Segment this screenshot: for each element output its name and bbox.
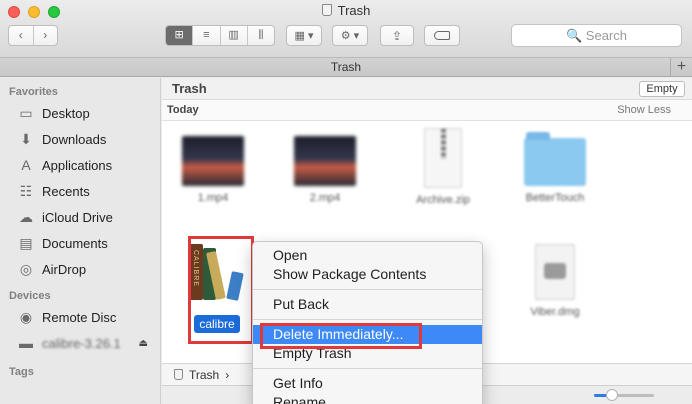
share-button[interactable]: ⇪ xyxy=(380,25,414,46)
sidebar-item-label: Downloads xyxy=(42,131,107,147)
cloud-icon: ☁ xyxy=(19,208,33,225)
recents-icon: ☷ xyxy=(19,182,33,199)
sidebar-item-icloud-drive[interactable]: ☁ iCloud Drive xyxy=(0,204,160,230)
menu-item-rename[interactable]: Rename xyxy=(253,393,482,404)
sidebar-item-remote-disc[interactable]: ◉ Remote Disc xyxy=(0,304,160,330)
sidebar-item-downloads[interactable]: ⬇ Downloads xyxy=(0,126,160,152)
sidebar-item-desktop[interactable]: ▭ Desktop xyxy=(0,100,160,126)
navigation-group: ‹ › xyxy=(8,25,58,46)
file-item-1-mp4[interactable]: 1.mp4 xyxy=(163,136,263,204)
list-view-button[interactable]: ≡ xyxy=(192,26,219,45)
location-title: Trash xyxy=(172,81,207,96)
menu-item-put-back[interactable]: Put Back xyxy=(253,295,482,314)
file-item-viber-dmg[interactable]: Viber.dmg xyxy=(505,244,605,318)
selected-file-name[interactable]: calibre xyxy=(194,315,240,333)
downloads-icon: ⬇ xyxy=(20,130,32,147)
file-item-2-mp4[interactable]: 2.mp4 xyxy=(275,136,375,204)
location-header: Trash Empty xyxy=(162,78,692,100)
tag-button[interactable] xyxy=(424,25,460,46)
show-less-link[interactable]: Show Less xyxy=(617,104,671,116)
folder-icon xyxy=(524,132,586,186)
file-name: Archive.zip xyxy=(416,194,470,206)
sidebar: Favorites ▭ Desktop ⬇ Downloads A Applic… xyxy=(0,78,161,404)
sidebar-item-label: Desktop xyxy=(42,105,90,121)
file-name: 2.mp4 xyxy=(309,192,341,204)
icon-size-slider[interactable] xyxy=(594,389,654,401)
sidebar-item-documents[interactable]: ▤ Documents xyxy=(0,230,160,256)
sidebar-item-airdrop[interactable]: ◎ AirDrop xyxy=(0,256,160,282)
sidebar-item-calibre-volume[interactable]: ▬ calibre-3.26.1 ⏏ xyxy=(0,330,160,356)
drive-icon: ▬ xyxy=(19,335,33,351)
airdrop-icon: ◎ xyxy=(19,260,33,277)
window-toolbar: Trash ‹ › ⊞ ≡ ▥ ⫼ ▦ ▾ ⚙ ▾ ⇪ 🔍 Search xyxy=(0,0,692,58)
column-view-button[interactable]: ▥ xyxy=(219,26,247,45)
sidebar-item-label: Recents xyxy=(42,183,90,199)
file-name: 1.mp4 xyxy=(197,192,229,204)
tag-icon xyxy=(434,31,450,40)
video-thumbnail-icon xyxy=(294,136,356,186)
menu-item-get-info[interactable]: Get Info xyxy=(253,374,482,393)
tab-trash[interactable]: Trash xyxy=(331,60,361,74)
path-separator: › xyxy=(225,367,230,382)
sidebar-item-label: iCloud Drive xyxy=(42,209,113,225)
desktop-icon: ▭ xyxy=(19,104,33,121)
sidebar-item-label: Documents xyxy=(42,235,108,251)
sidebar-item-label: Remote Disc xyxy=(42,309,117,325)
forward-button[interactable]: › xyxy=(32,26,58,45)
zip-archive-icon xyxy=(424,128,462,188)
menu-item-open[interactable]: Open xyxy=(253,246,482,265)
path-bar-item[interactable]: Trash xyxy=(189,368,219,382)
sidebar-item-label: Applications xyxy=(42,157,113,173)
sidebar-item-label: calibre-3.26.1 xyxy=(42,335,121,351)
slider-knob[interactable] xyxy=(606,389,618,401)
window-title-text: Trash xyxy=(337,3,371,18)
file-item-bettertouch[interactable]: BetterTouch xyxy=(505,132,605,204)
documents-icon: ▤ xyxy=(19,234,33,251)
video-thumbnail-icon xyxy=(182,136,244,186)
annotation-highlight-box xyxy=(260,323,422,349)
window-title: Trash xyxy=(0,3,692,18)
eject-icon[interactable]: ⏏ xyxy=(139,338,148,349)
cover-flow-view-button[interactable]: ⫼ xyxy=(246,26,274,45)
sidebar-section-favorites: Favorites xyxy=(9,86,58,98)
group-title: Today xyxy=(167,104,199,116)
menu-separator xyxy=(253,319,482,320)
sidebar-item-label: AirDrop xyxy=(42,261,87,277)
file-name: BetterTouch xyxy=(525,192,585,204)
applications-icon: A xyxy=(21,157,31,173)
sidebar-item-recents[interactable]: ☷ Recents xyxy=(0,178,160,204)
disk-image-icon xyxy=(535,244,575,300)
empty-trash-button[interactable]: Empty xyxy=(639,81,685,97)
disc-icon: ◉ xyxy=(19,308,33,325)
search-input[interactable]: 🔍 Search xyxy=(511,24,682,47)
menu-item-show-package-contents[interactable]: Show Package Contents xyxy=(253,265,482,284)
back-button[interactable]: ‹ xyxy=(9,26,33,45)
tab-bar: Trash + xyxy=(0,58,692,77)
sidebar-section-tags: Tags xyxy=(9,366,34,378)
menu-separator xyxy=(253,289,482,290)
context-menu: Open Show Package Contents Put Back Dele… xyxy=(252,241,483,404)
icon-view-button[interactable]: ⊞ xyxy=(166,26,193,45)
new-tab-button[interactable]: + xyxy=(670,58,692,76)
arrange-button[interactable]: ▦ ▾ xyxy=(286,25,322,46)
file-name: Viber.dmg xyxy=(530,306,580,318)
action-gear-button[interactable]: ⚙ ▾ xyxy=(332,25,368,46)
view-mode-group: ⊞ ≡ ▥ ⫼ xyxy=(165,25,275,46)
trash-icon xyxy=(174,369,183,380)
sidebar-item-applications[interactable]: A Applications xyxy=(0,152,160,178)
file-item-archive-zip[interactable]: Archive.zip xyxy=(393,128,493,206)
trash-icon xyxy=(321,4,332,16)
menu-separator xyxy=(253,368,482,369)
sidebar-section-devices: Devices xyxy=(9,290,51,302)
group-header-today: Today Show Less xyxy=(162,100,692,121)
